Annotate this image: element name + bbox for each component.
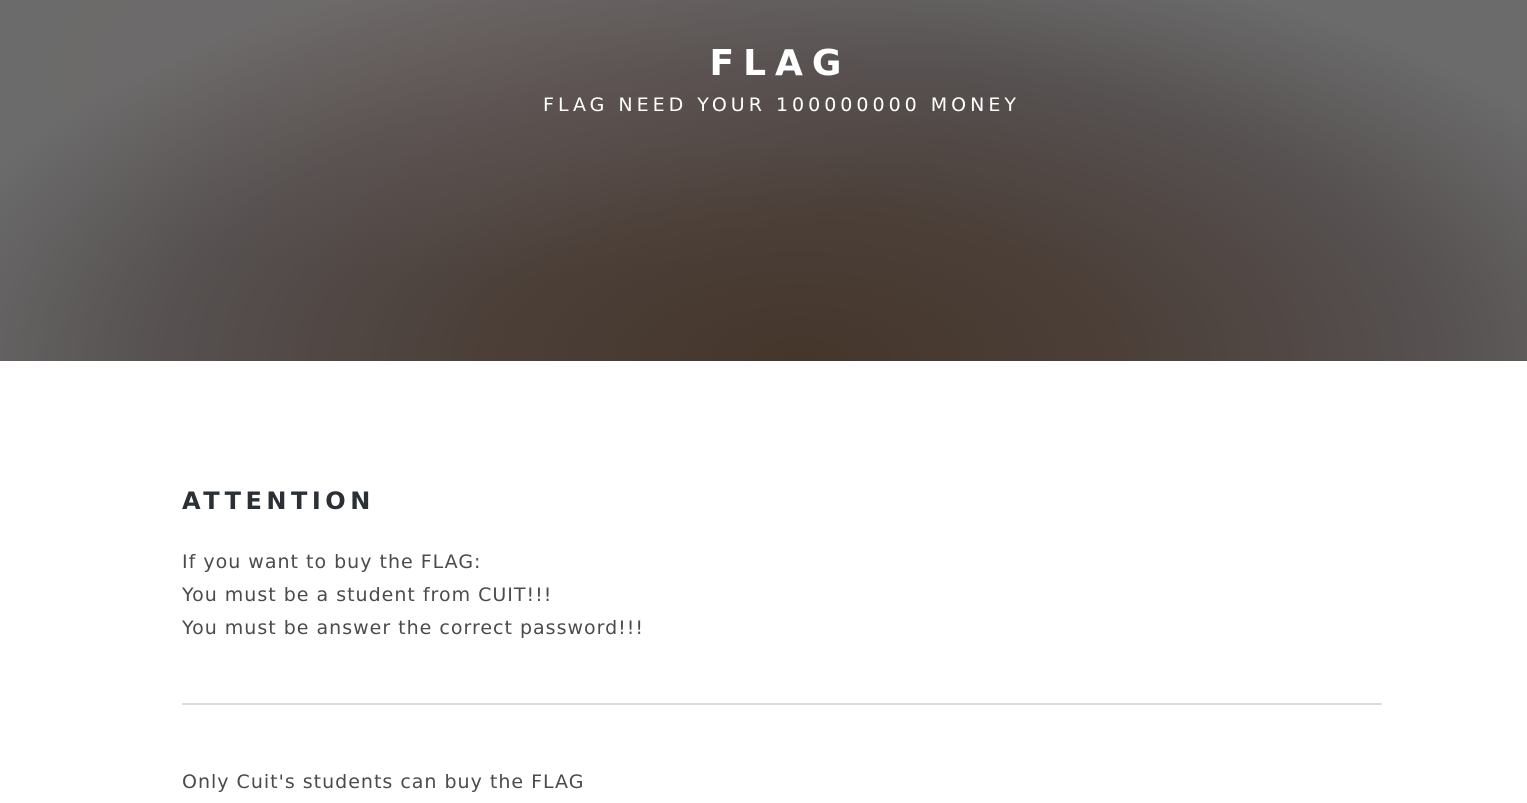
hero-banner: FLAG FLAG NEED YOUR 100000000 MONEY [0, 0, 1527, 361]
attention-notice: If you want to buy the FLAG: You must be… [182, 546, 644, 645]
attention-heading: ATTENTION [182, 487, 375, 515]
page-title: FLAG [709, 43, 851, 85]
notice-line: You must be answer the correct password!… [182, 617, 645, 639]
page-subtitle: FLAG NEED YOUR 100000000 MONEY [543, 94, 1020, 116]
notice-line: If you want to buy the FLAG: [182, 551, 482, 573]
section-divider [182, 703, 1382, 705]
notice-line: You must be a student from CUIT!!! [182, 584, 553, 606]
students-only-note: Only Cuit's students can buy the FLAG [182, 771, 585, 793]
